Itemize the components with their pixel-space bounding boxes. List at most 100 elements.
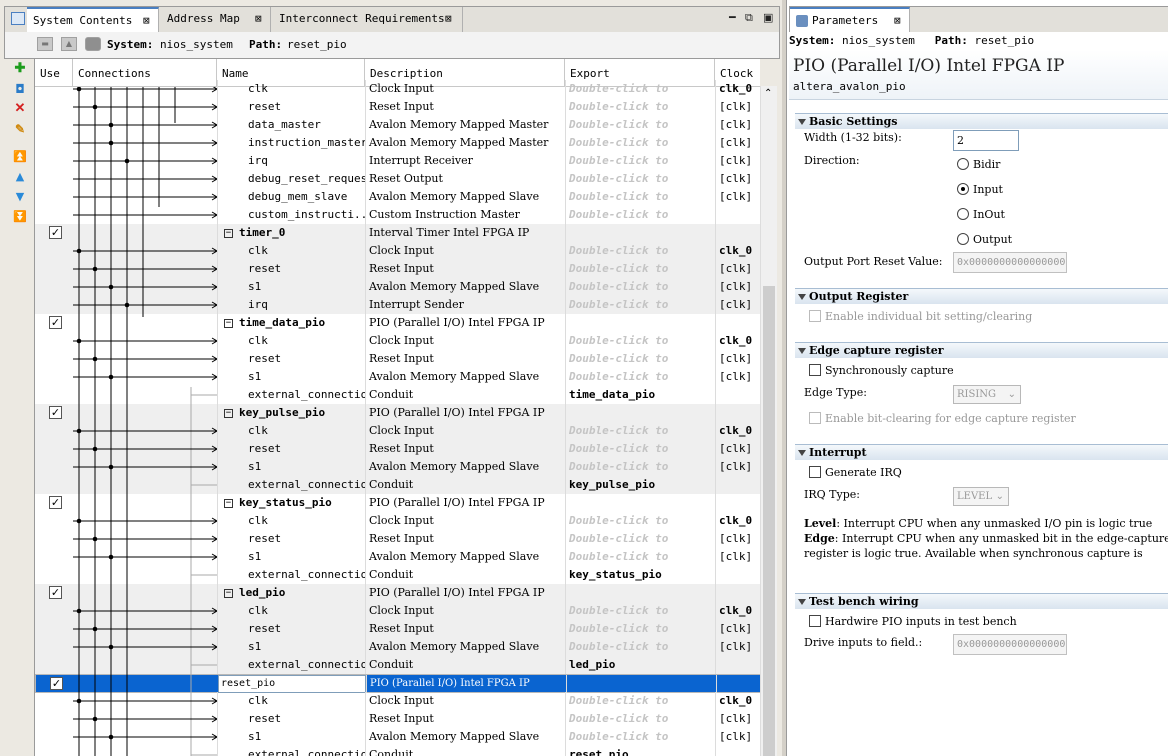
detach-icon[interactable]: ⧉ xyxy=(745,11,753,25)
name-cell[interactable]: clk xyxy=(217,512,365,530)
drive-inputs-input[interactable]: 0x0000000000000000 xyxy=(953,634,1067,655)
name-cell[interactable]: clk xyxy=(217,332,365,350)
clock-cell[interactable]: [clk] xyxy=(715,152,760,170)
clock-cell[interactable]: [clk] xyxy=(715,260,760,278)
use-checkbox[interactable]: ✓ xyxy=(49,316,62,329)
use-checkbox[interactable]: ✓ xyxy=(49,586,62,599)
name-cell[interactable]: − key_status_pio xyxy=(217,494,365,512)
clock-cell[interactable]: clk_0 xyxy=(715,80,760,98)
clock-cell[interactable]: [clk] xyxy=(715,620,760,638)
name-cell[interactable]: − key_pulse_pio xyxy=(217,404,365,422)
clock-cell[interactable] xyxy=(715,224,760,242)
clock-cell[interactable]: clk_0 xyxy=(715,602,760,620)
move-up-icon[interactable]: ▲ xyxy=(12,169,28,185)
sync-capture-checkbox[interactable] xyxy=(809,364,821,376)
name-cell[interactable]: s1 xyxy=(217,368,365,386)
export-cell[interactable] xyxy=(565,584,715,602)
export-cell[interactable]: Double-click to xyxy=(565,620,715,638)
name-cell[interactable]: s1 xyxy=(217,548,365,566)
tab-parameters[interactable]: Parameters ⊠ xyxy=(790,7,910,32)
name-cell[interactable]: clk xyxy=(217,80,365,98)
export-cell[interactable]: Double-click to xyxy=(565,260,715,278)
edit-icon[interactable]: ✎ xyxy=(12,121,28,137)
export-cell[interactable]: Double-click to xyxy=(565,440,715,458)
export-cell[interactable]: Double-click to xyxy=(565,512,715,530)
name-cell[interactable]: external_connection xyxy=(217,476,365,494)
name-cell[interactable]: external_connection xyxy=(217,386,365,404)
export-cell[interactable]: key_pulse_pio xyxy=(565,476,715,494)
export-cell[interactable] xyxy=(565,494,715,512)
export-cell[interactable]: Double-click to xyxy=(565,80,715,98)
clock-cell[interactable] xyxy=(715,386,760,404)
collapse-icon[interactable]: − xyxy=(224,498,233,508)
export-cell[interactable]: Double-click to xyxy=(565,278,715,296)
clock-cell[interactable]: [clk] xyxy=(715,170,760,188)
clock-cell[interactable]: [clk] xyxy=(715,350,760,368)
export-cell[interactable]: Double-click to xyxy=(565,296,715,314)
move-top-icon[interactable]: ⏫ xyxy=(12,149,28,165)
clock-cell[interactable] xyxy=(715,584,760,602)
name-cell[interactable]: irq xyxy=(217,152,365,170)
export-cell[interactable]: Double-click to xyxy=(565,710,715,728)
export-cell[interactable]: led_pio xyxy=(565,656,715,674)
section-output-register[interactable]: Output Register xyxy=(795,288,1168,304)
clock-cell[interactable]: [clk] xyxy=(715,188,760,206)
name-cell[interactable]: clk xyxy=(217,242,365,260)
move-down-icon[interactable]: ▼ xyxy=(12,189,28,205)
scroll-thumb[interactable] xyxy=(763,286,775,756)
section-basic-settings[interactable]: Basic Settings xyxy=(795,113,1168,129)
clock-cell[interactable]: [clk] xyxy=(715,278,760,296)
clock-cell[interactable]: [clk] xyxy=(715,98,760,116)
name-cell[interactable]: − time_data_pio xyxy=(217,314,365,332)
export-cell[interactable]: Double-click to xyxy=(565,548,715,566)
clock-cell[interactable] xyxy=(716,675,760,693)
export-cell[interactable]: Double-click to xyxy=(565,134,715,152)
clock-cell[interactable]: clk_0 xyxy=(715,332,760,350)
export-cell[interactable]: reset_pio xyxy=(565,746,715,756)
export-cell[interactable]: Double-click to xyxy=(565,422,715,440)
clock-cell[interactable] xyxy=(715,566,760,584)
name-cell[interactable]: clk xyxy=(217,602,365,620)
close-icon[interactable]: ⊠ xyxy=(143,9,150,33)
tab-address-map[interactable]: Address Map ⊠ xyxy=(161,7,271,32)
irq-type-select[interactable]: LEVEL ⌄ xyxy=(953,487,1009,506)
name-cell[interactable]: reset xyxy=(217,710,365,728)
collapse-icon[interactable]: − xyxy=(224,408,233,418)
bit-clearing-checkbox[interactable] xyxy=(809,412,821,424)
name-cell[interactable]: reset xyxy=(217,440,365,458)
clock-cell[interactable]: [clk] xyxy=(715,458,760,476)
clock-cell[interactable] xyxy=(715,656,760,674)
add-component-icon[interactable]: ◘ xyxy=(12,81,28,97)
clock-cell[interactable]: [clk] xyxy=(715,530,760,548)
export-cell[interactable]: Double-click to xyxy=(565,242,715,260)
collapse-icon[interactable]: − xyxy=(224,318,233,328)
edge-type-select[interactable]: RISING ⌄ xyxy=(953,385,1021,404)
generate-irq-checkbox[interactable] xyxy=(809,466,821,478)
name-cell[interactable]: instruction_master xyxy=(217,134,365,152)
name-cell[interactable]: reset xyxy=(217,98,365,116)
name-edit-input[interactable]: reset_pio xyxy=(218,675,366,693)
clock-cell[interactable] xyxy=(715,314,760,332)
section-interrupt[interactable]: Interrupt xyxy=(795,444,1168,460)
clock-cell[interactable]: [clk] xyxy=(715,728,760,746)
name-cell[interactable]: data_master xyxy=(217,116,365,134)
clock-cell[interactable]: [clk] xyxy=(715,548,760,566)
clock-cell[interactable] xyxy=(715,494,760,512)
export-cell[interactable]: Double-click to xyxy=(565,206,715,224)
clock-cell[interactable]: [clk] xyxy=(715,296,760,314)
add-icon[interactable]: ✚ xyxy=(12,61,28,77)
tab-system-contents[interactable]: System Contents ⊠ xyxy=(27,7,159,32)
export-cell[interactable] xyxy=(565,404,715,422)
clock-cell[interactable]: [clk] xyxy=(715,710,760,728)
clock-cell[interactable]: clk_0 xyxy=(715,512,760,530)
name-cell[interactable]: reset xyxy=(217,530,365,548)
name-cell[interactable]: reset xyxy=(217,350,365,368)
export-cell[interactable]: Double-click to xyxy=(565,350,715,368)
name-cell[interactable]: − led_pio xyxy=(217,584,365,602)
name-cell[interactable]: external_connection xyxy=(217,566,365,584)
export-cell[interactable]: Double-click to xyxy=(565,188,715,206)
radio-inout[interactable] xyxy=(957,208,969,220)
close-icon[interactable]: ⊠ xyxy=(445,7,452,31)
export-cell[interactable]: Double-click to xyxy=(565,638,715,656)
reset-value-input[interactable]: 0x0000000000000000 xyxy=(953,252,1067,273)
